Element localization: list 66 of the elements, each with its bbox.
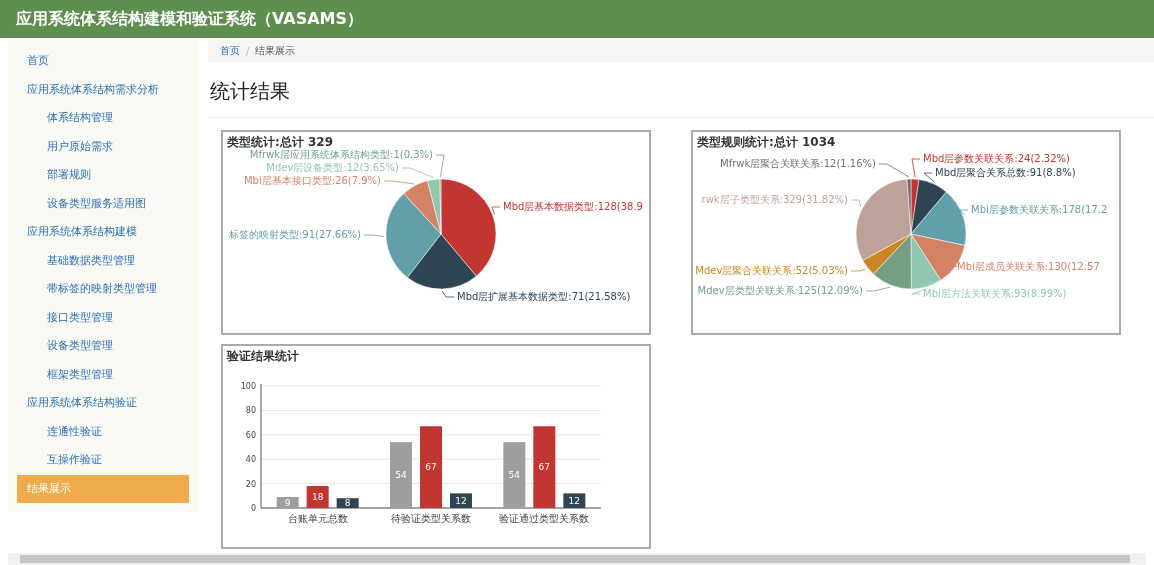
sidebar-item[interactable]: 体系结构管理 [8, 104, 198, 133]
sidebar-item[interactable]: 首页 [8, 47, 198, 76]
slice-label: Mbi层成员关联关系:130(12.57 [957, 261, 1100, 272]
category-label: 验证通过类型关系数 [499, 513, 590, 524]
bar-value-label: 67 [425, 462, 437, 473]
slice-label: Mbd层聚合关系总数:91(8.8%) [935, 167, 1076, 178]
slice-label: Mbd层扩展基本数据类型:71(21.58%) [457, 291, 631, 302]
slice-label: Mbd层基本数据类型:128(38.9 [503, 201, 643, 212]
bar-value-label: 12 [568, 495, 581, 506]
axis-tick-label: 80 [245, 406, 256, 416]
category-label: 台账单元总数 [287, 513, 348, 524]
breadcrumb-separator: / [246, 45, 250, 57]
slice-label: Mbi层方法关联关系:93(8.99%) [923, 288, 1067, 299]
chart-title: 验证结果统计 [227, 348, 299, 365]
leader-line [363, 234, 385, 237]
leader-line [383, 180, 415, 185]
slice-label: Mbi层参数关联关系:178(17.2 [971, 204, 1108, 215]
bar-value-label: 54 [395, 470, 407, 481]
sidebar-item[interactable]: 互操作验证 [8, 446, 198, 475]
slice-label: Mdev层聚合关联关系:52(5.03%) [695, 265, 848, 276]
leader-line [441, 290, 455, 298]
bar-value-label: 12 [455, 495, 467, 506]
axis-tick-label: 0 [250, 504, 256, 513]
chart-title: 类型规则统计:总计 1034 [697, 134, 836, 151]
slice-label: Mbd层参数关联关系:24(2.32%) [923, 153, 1070, 164]
slice-label: Mfrwk层聚合关联关系:12(1.16%) [720, 158, 876, 169]
breadcrumb-link[interactable]: 首页 [220, 44, 240, 58]
sidebar-item[interactable]: 应用系统体系结构需求分析 [8, 75, 198, 104]
leader-line [491, 206, 501, 215]
sidebar-item[interactable]: 应用系统体系结构建模 [8, 218, 198, 247]
sidebar-item[interactable]: 用户原始需求 [8, 132, 198, 161]
sidebar-item[interactable]: 带标签的映射类型管理 [8, 275, 198, 304]
axis-tick-label: 40 [245, 455, 256, 465]
bar-value-label: 8 [344, 498, 351, 509]
horizontal-scrollbar[interactable] [8, 553, 1146, 565]
sidebar-item[interactable]: 连通性验证 [8, 417, 198, 446]
leader-line [850, 268, 867, 272]
slice-label: Mbi层基本接口类型:26(7.9%) [243, 175, 381, 186]
bar-value-label: 67 [538, 462, 551, 473]
leader-line [850, 199, 862, 208]
axis-tick-label: 60 [245, 430, 256, 440]
sidebar-item[interactable]: 接口类型管理 [8, 303, 198, 332]
slice-label: Mdev层设备类型:12(3.65%) [266, 162, 399, 173]
page-title: 统计结果 [210, 78, 291, 105]
breadcrumb-current: 结果展示 [255, 44, 296, 58]
slice-label: 标签的映射类型:91(27.66%) [228, 229, 361, 240]
sidebar-item[interactable]: 基础数据类型管理 [8, 246, 198, 275]
sidebar-item[interactable]: 设备类型服务适用图 [8, 189, 198, 218]
slice-label: Mfrwk层应用系统体系结构类型:1(0.3%) [249, 149, 433, 160]
sidebar-item[interactable]: 设备类型管理 [8, 332, 198, 361]
leader-line [865, 286, 891, 292]
chart-title: 类型统计:总计 329 [227, 134, 334, 149]
app-title: 应用系统体系结构建模和验证系统（VASAMS） [16, 8, 364, 30]
bar-value-label: 54 [508, 470, 521, 481]
bar-value-label: 9 [284, 497, 291, 508]
axis-tick-label: 20 [245, 479, 256, 489]
leader-line [923, 172, 935, 183]
bar-value-label: 18 [311, 492, 324, 502]
category-label: 待验证类型关系数 [391, 513, 471, 524]
slice-label: rwk层子类型关系:329(31.82%) [701, 194, 848, 205]
sidebar-item[interactable]: 应用系统体系结构验证 [8, 389, 198, 418]
leader-line [959, 209, 969, 216]
sidebar-item[interactable]: 框架类型管理 [8, 360, 198, 389]
axis-tick-label: 100 [240, 382, 256, 391]
slice-label: Mdev层类型关联关系:125(12.09%) [697, 285, 863, 296]
sidebar-item[interactable]: 部署规则 [8, 161, 198, 190]
